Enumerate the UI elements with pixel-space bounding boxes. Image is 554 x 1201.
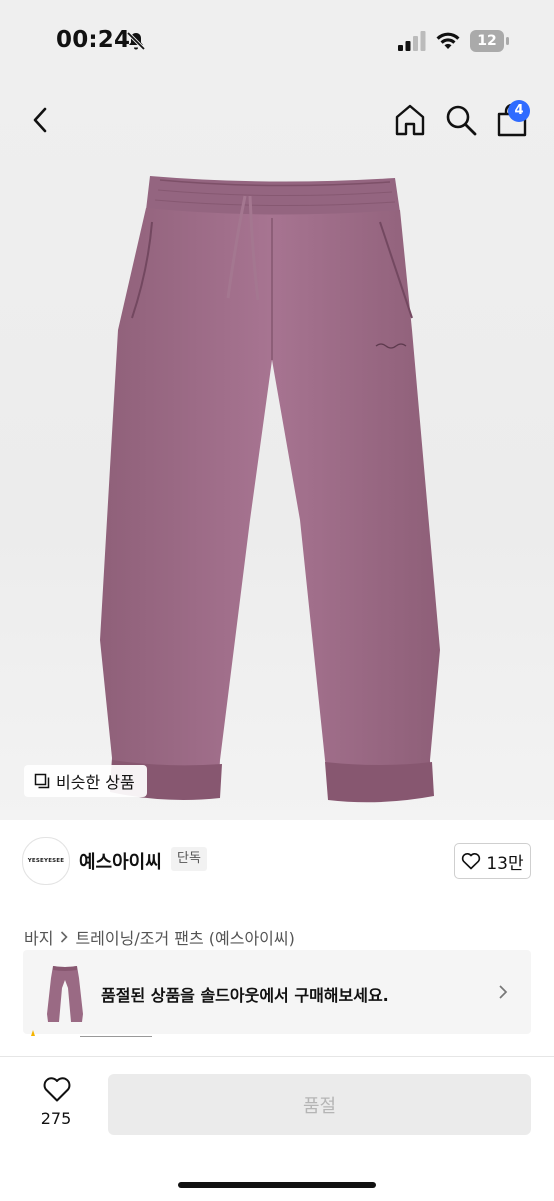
divider [80, 1036, 152, 1037]
soldout-banner-message: 품절된 상품을 솔드아웃에서 구매해보세요. [101, 986, 389, 1005]
cart-count-badge: 4 [508, 100, 530, 122]
exclusive-badge: 단독 [171, 847, 207, 871]
heart-icon [462, 853, 481, 870]
home-indicator [178, 1182, 376, 1188]
back-icon[interactable] [26, 104, 56, 136]
brand-like-button[interactable]: 13만 [454, 843, 531, 879]
status-time: 00:24 [56, 27, 131, 53]
chevron-right-icon [499, 985, 508, 999]
brand-name[interactable]: 예스아이씨 [79, 848, 162, 874]
bell-slash-icon [126, 31, 146, 51]
battery-level: 12 [477, 33, 497, 49]
breadcrumb-category[interactable]: 바지 [24, 925, 53, 949]
brand-logo[interactable]: YESEYESEE [22, 837, 70, 885]
breadcrumb-subcategory[interactable]: 트레이닝/조거 팬츠 (예스아이씨) [75, 925, 294, 949]
breadcrumb: 바지 트레이닝/조거 팬츠 (예스아이씨) [24, 925, 295, 949]
home-icon[interactable] [392, 102, 428, 138]
brand-logo-text: YESEYESEE [27, 858, 65, 864]
soldout-buy-button: 품절 [108, 1074, 531, 1135]
copy-icon [34, 773, 50, 789]
wishlist-count: 275 [40, 1109, 72, 1128]
brand-like-count: 13만 [486, 853, 524, 874]
product-thumbnail [39, 958, 91, 1026]
soldout-banner[interactable]: 품절된 상품을 솔드아웃에서 구매해보세요. [23, 950, 531, 1034]
search-icon[interactable] [443, 102, 479, 138]
similar-products-label: 비슷한 상품 [56, 773, 135, 792]
star-icon [27, 1030, 40, 1036]
signal-icon [398, 31, 426, 51]
product-photo-pants [100, 176, 440, 803]
product-image[interactable]: 비슷한 상품 [0, 84, 554, 820]
chevron-right-icon [61, 931, 69, 943]
wishlist-button[interactable]: 275 [32, 1073, 80, 1133]
wifi-icon [436, 32, 460, 49]
similar-products-button[interactable]: 비슷한 상품 [24, 765, 147, 797]
heart-icon [43, 1077, 71, 1102]
status-bar: 00:24 12 [0, 0, 554, 84]
